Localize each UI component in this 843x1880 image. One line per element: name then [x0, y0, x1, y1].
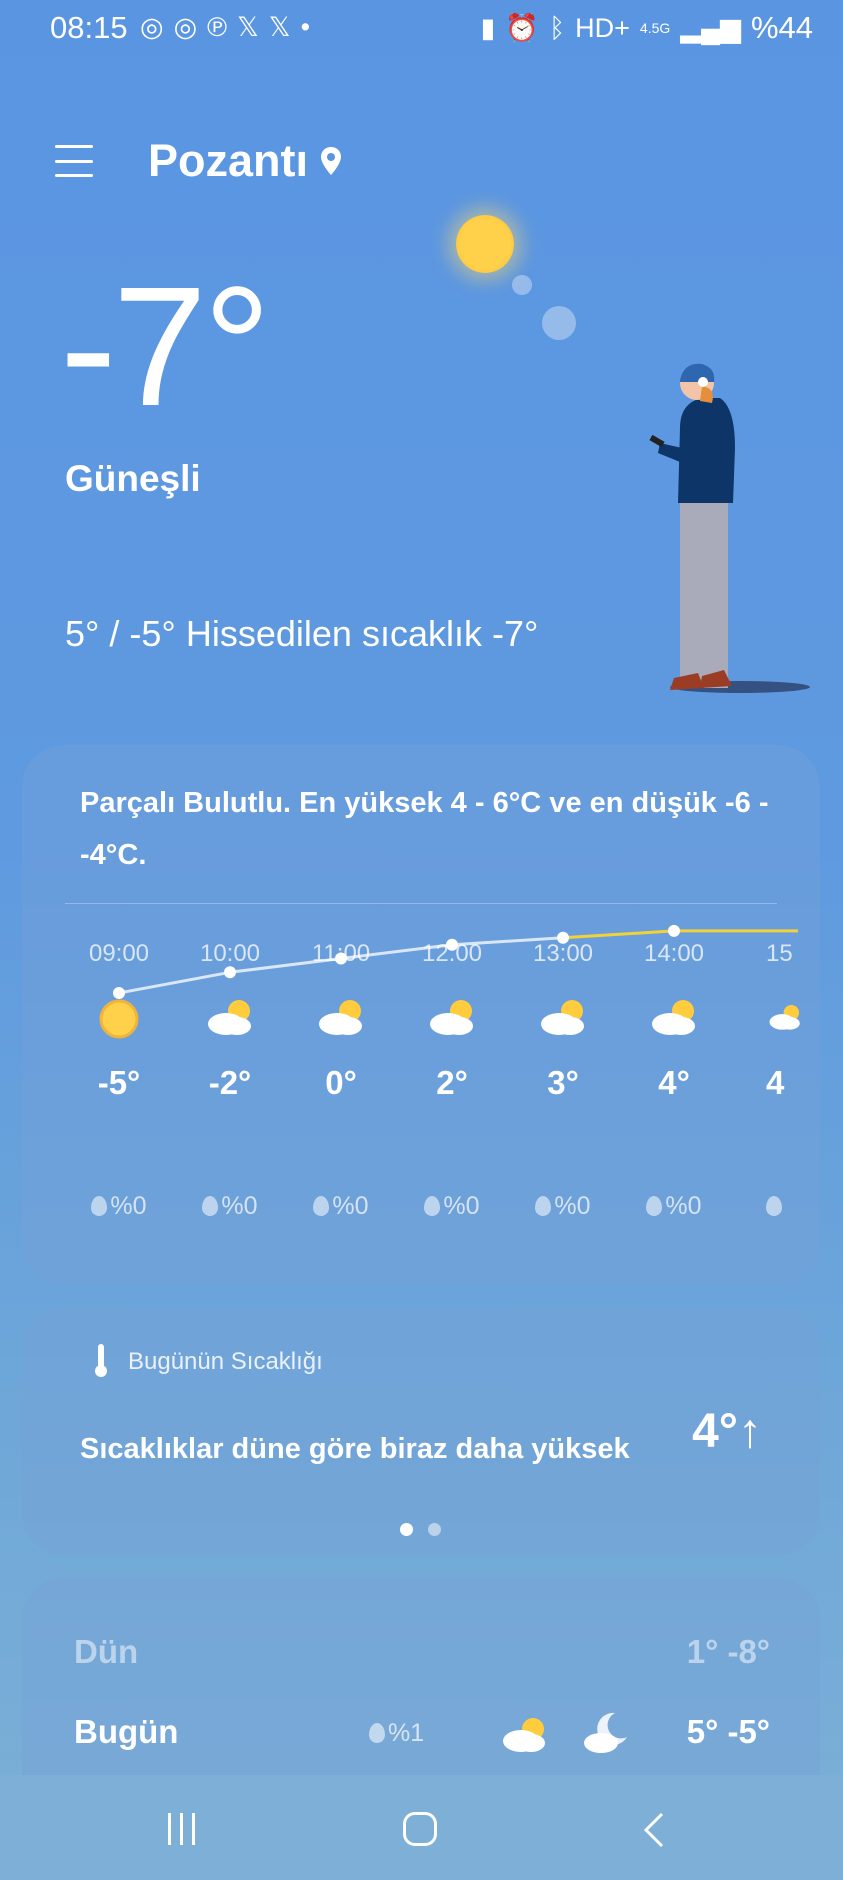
thermometer-icon [95, 1344, 107, 1377]
partly-cloudy-icon [503, 1718, 545, 1752]
instagram-icon: ◎ [140, 12, 164, 42]
home-button[interactable] [403, 1812, 437, 1846]
current-condition: Güneşli [65, 458, 201, 499]
recent-apps-button[interactable] [168, 1813, 195, 1845]
temp-line-segment [451, 936, 564, 947]
today-temp-description: Sıcaklıklar düne göre biraz daha yüksek [80, 1433, 630, 1465]
cloud-puff [512, 275, 532, 295]
today-temp-delta: 4°↑ [692, 1405, 762, 1458]
dot-icon: • [300, 12, 311, 42]
day-name: Dün [74, 1633, 139, 1670]
page-dot-1[interactable] [400, 1523, 413, 1536]
person-illustration [649, 363, 810, 693]
temp-point [668, 924, 680, 937]
location-pin-icon [321, 147, 342, 175]
notification-icons: ◎ ◎ ℗ 𝕏 𝕏 • [140, 12, 310, 43]
page-indicator[interactable] [400, 1523, 441, 1536]
day-name: Bugün [74, 1713, 179, 1750]
day-range: 5° -5° [686, 1713, 770, 1750]
daily-row-yesterday[interactable]: Dün 1° -8° [74, 1633, 770, 1683]
day-precip: %1 [369, 1719, 424, 1748]
temp-point [446, 938, 458, 951]
high-low-feels-like: 5° / -5° Hissedilen sıcaklık -7° [65, 613, 538, 655]
page-dot-2[interactable] [428, 1523, 441, 1536]
instagram-icon: ◎ [173, 12, 198, 42]
location-name[interactable]: Pozantı [148, 135, 308, 187]
signal-icon: ▂▄▆ [680, 12, 741, 43]
temp-line-segment [562, 929, 675, 940]
network-type-icon: 4.5G [639, 20, 671, 36]
cloud-puff [542, 306, 576, 340]
temp-point [113, 987, 125, 999]
day-range: 1° -8° [686, 1633, 770, 1670]
hourly-temperature-line [113, 924, 798, 999]
temp-line-segment [118, 970, 231, 995]
battery-saver-icon: ▮ [480, 12, 496, 43]
back-button[interactable] [642, 1812, 666, 1848]
pinterest-icon: ℗ [207, 12, 228, 42]
status-bar: 08:15 ◎ ◎ ℗ 𝕏 𝕏 • ▮ ⏰ ᛒ HD+ 4.5G ▂▄▆ %44 [0, 0, 843, 60]
feels-like: Hissedilen sıcaklık -7° [185, 613, 539, 654]
raindrop-icon [369, 1723, 385, 1743]
sun-illustration [456, 215, 514, 273]
bluetooth-icon: ᛒ [548, 12, 566, 43]
status-time: 08:15 [50, 10, 128, 45]
today-temperature-card[interactable]: Bugünün Sıcaklığı Sıcaklıklar düne göre … [22, 1308, 820, 1555]
alarm-icon: ⏰ [505, 13, 539, 43]
temp-point [557, 931, 569, 944]
high-low: 5° / -5° [65, 613, 176, 654]
header: Pozantı [55, 135, 342, 187]
menu-icon[interactable] [55, 145, 93, 177]
temp-line-segment [229, 957, 342, 974]
hd-plus-icon: HD+ [575, 12, 630, 43]
temp-point [335, 952, 347, 965]
x-icon: 𝕏 [268, 12, 291, 42]
hourly-forecast-card[interactable]: Parçalı Bulutlu. En yüksek 4 - 6°C ve en… [22, 745, 820, 1285]
temp-line-segment [340, 943, 453, 960]
day-precip-value: %1 [388, 1719, 425, 1747]
temp-point [224, 966, 236, 979]
moon-cloud-icon [584, 1712, 627, 1753]
today-temp-label: Bugünün Sıcaklığı [128, 1348, 323, 1375]
daily-row-today[interactable]: Bugün %1 5° -5° [74, 1712, 770, 1763]
current-temperature: -7° [60, 252, 271, 442]
navigation-bar [0, 1775, 843, 1880]
system-icons: ▮ ⏰ ᛒ HD+ 4.5G ▂▄▆ %44 [480, 10, 813, 46]
x-icon: 𝕏 [237, 12, 259, 42]
battery-level: %44 [750, 10, 813, 45]
